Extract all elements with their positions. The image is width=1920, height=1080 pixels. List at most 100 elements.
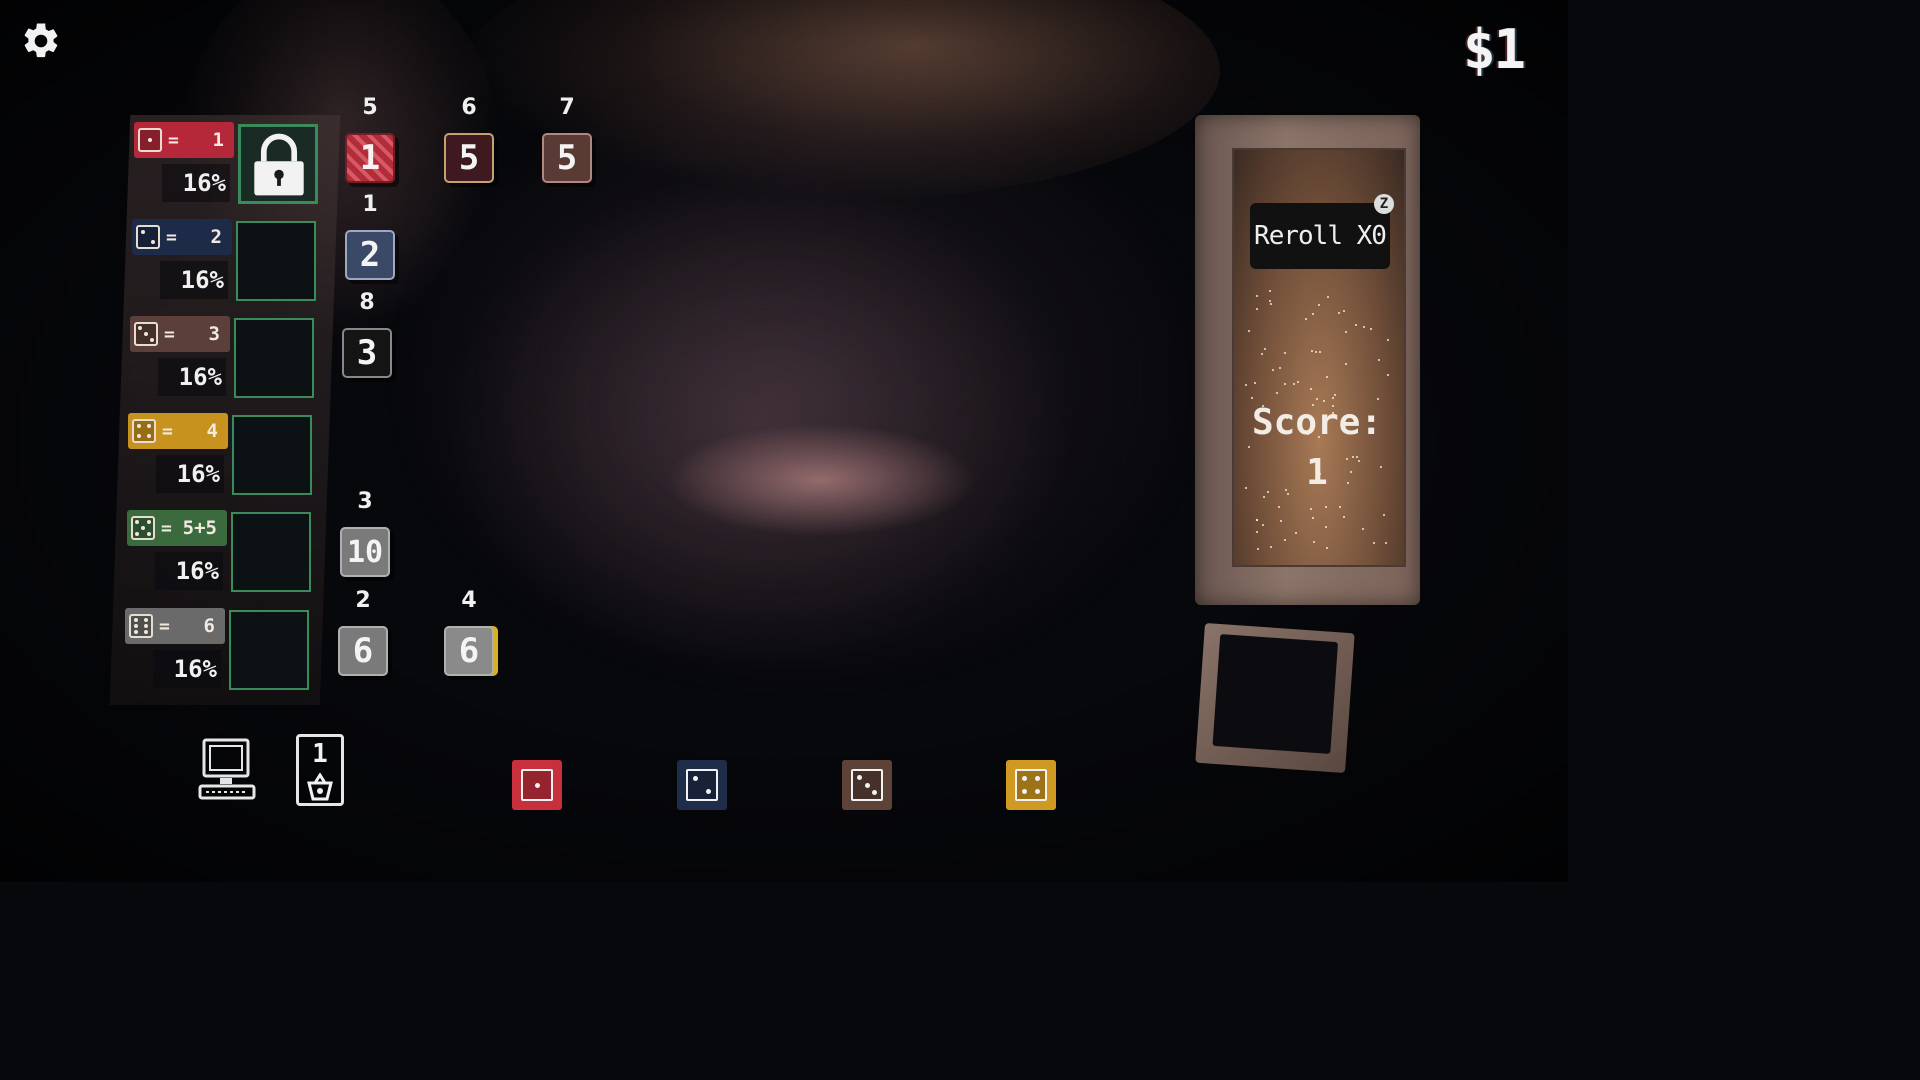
die-pip [146, 531, 151, 536]
screen-speckle [1384, 542, 1387, 545]
board-die[interactable]: 10 [340, 527, 390, 577]
category-chance: 16% [160, 261, 228, 299]
board-die[interactable]: 6 [338, 626, 388, 676]
board-die[interactable]: 3 [342, 328, 392, 378]
screen-speckle [1343, 516, 1346, 519]
screen-speckle [1283, 351, 1286, 354]
board-die[interactable]: 5 [444, 133, 494, 183]
screen-speckle [1292, 382, 1295, 385]
die-face [851, 769, 883, 801]
dice-slot[interactable] [231, 512, 311, 592]
tray-die[interactable] [1006, 760, 1056, 810]
screen-speckle [1334, 394, 1337, 397]
category-label: = 1 [134, 122, 234, 158]
die-order-label: 1 [362, 192, 378, 217]
screen-speckle [1255, 519, 1258, 522]
die-pip [134, 630, 139, 634]
screen-speckle [1309, 507, 1312, 510]
screen-speckle [1279, 519, 1282, 522]
screen-speckle [1278, 366, 1281, 369]
screen-speckle [1271, 369, 1274, 372]
equals-sign: = [161, 517, 172, 539]
equals-sign: = [164, 323, 175, 345]
screen-speckle [1261, 353, 1264, 356]
board-die[interactable]: 6 [444, 626, 494, 676]
dice-slot[interactable] [234, 318, 314, 398]
die-pip [138, 326, 143, 331]
screen-speckle [1383, 513, 1386, 516]
die-face [521, 769, 553, 801]
screen-speckle [1387, 339, 1390, 342]
locked-slot[interactable] [238, 124, 318, 204]
gear-icon[interactable] [20, 20, 62, 62]
dice-slot[interactable] [232, 415, 312, 495]
screen-speckle [1324, 525, 1327, 528]
category-chance: 16% [153, 650, 221, 688]
screen-speckle [1362, 325, 1365, 328]
board-die[interactable]: 2 [345, 230, 395, 280]
tray-die[interactable] [512, 760, 562, 810]
dice-cup[interactable] [1195, 622, 1355, 774]
screen-speckle [1362, 527, 1365, 530]
screen-speckle [1376, 398, 1379, 401]
screen-speckle [1247, 330, 1250, 333]
die-pip [705, 788, 711, 794]
die-order-label: 8 [359, 290, 375, 315]
computer-icon[interactable] [198, 738, 256, 802]
screen-speckle [1248, 446, 1251, 449]
basket-icon [307, 773, 333, 801]
screen-speckle [1312, 541, 1315, 544]
die-pip [144, 332, 148, 336]
screen-speckle [1262, 523, 1265, 526]
die-pip [1034, 776, 1040, 782]
screen-speckle [1256, 295, 1259, 298]
screen-speckle [1378, 358, 1381, 361]
die-order-label: 4 [461, 588, 477, 613]
die-pip [143, 630, 148, 634]
screen-speckle [1253, 382, 1256, 385]
tray-die[interactable] [677, 760, 727, 810]
board-die[interactable]: 5 [542, 133, 592, 183]
screen-speckle [1286, 493, 1289, 496]
score-label: Score: [1251, 402, 1383, 443]
die-pip [143, 624, 148, 628]
category-chance: 16% [155, 552, 223, 590]
die-pip [871, 789, 877, 795]
category-value: 4 [206, 420, 218, 442]
screen-speckle [1278, 505, 1281, 508]
screen-speckle [1296, 381, 1299, 383]
category-label: = 5+5 [127, 510, 227, 546]
money-display: $1 [1462, 18, 1526, 81]
die-pip [134, 624, 139, 628]
reroll-button[interactable]: Reroll X0 [1250, 203, 1390, 269]
item-card-count: 1 [312, 739, 328, 769]
screen-speckle [1276, 392, 1279, 395]
die-pip [135, 520, 140, 525]
die-pip [146, 520, 151, 525]
die-pip [857, 775, 863, 781]
equals-sign: = [162, 420, 173, 442]
category-value: 3 [208, 323, 220, 345]
screen-speckle [1269, 299, 1272, 302]
screen-speckle [1309, 388, 1312, 391]
die-face-icon [129, 614, 153, 638]
die-order-label: 7 [559, 95, 575, 120]
dice-slot[interactable] [229, 610, 309, 690]
category-label: = 6 [125, 608, 225, 644]
category-value: 6 [203, 615, 215, 637]
tray-die[interactable] [842, 760, 892, 810]
screen-speckle [1257, 547, 1260, 550]
screen-speckle [1245, 383, 1248, 386]
screen-speckle [1318, 351, 1321, 354]
die-pip [134, 618, 139, 622]
die-order-label: 5 [362, 95, 378, 120]
screen-speckle [1284, 383, 1287, 386]
die-face [686, 769, 718, 801]
die-pip [137, 424, 142, 429]
die-pip [693, 776, 699, 782]
die-pip [1034, 788, 1040, 794]
dice-slot[interactable] [236, 221, 316, 301]
board-die[interactable]: 1 [345, 133, 395, 183]
item-card[interactable]: 1 [296, 734, 344, 806]
category-chance: 16% [162, 164, 230, 202]
